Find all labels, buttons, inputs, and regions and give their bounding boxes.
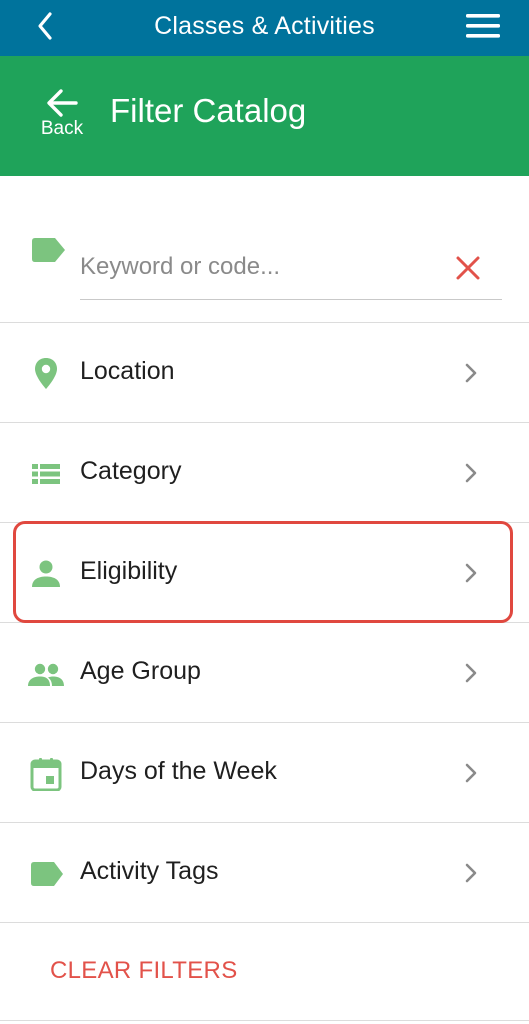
chevron-right-icon — [465, 663, 477, 683]
filter-row-location[interactable]: Location — [0, 323, 529, 423]
back-label: Back — [40, 118, 84, 139]
filter-label: Activity Tags — [80, 857, 219, 885]
hamburger-menu-icon[interactable] — [465, 12, 501, 42]
app-title: Classes & Activities — [154, 12, 375, 40]
back-button[interactable]: Back — [30, 88, 94, 152]
filter-label: Eligibility — [80, 557, 178, 585]
list-icon — [32, 464, 60, 484]
arrow-left-icon — [47, 89, 78, 117]
chevron-right-icon — [465, 363, 477, 383]
filter-row-activity-tags[interactable]: Activity Tags — [0, 823, 529, 923]
map-pin-icon — [35, 358, 57, 389]
filter-row-days-of-week[interactable]: Days of the Week — [0, 723, 529, 823]
calendar-icon — [30, 758, 62, 791]
filter-row-eligibility[interactable]: Eligibility — [0, 523, 529, 623]
chevron-right-icon — [465, 463, 477, 483]
search-field — [80, 246, 502, 300]
search-input[interactable] — [80, 246, 440, 286]
filter-label: Category — [80, 457, 182, 485]
clear-filters-button[interactable]: CLEAR FILTERS — [50, 957, 238, 985]
people-icon — [28, 663, 64, 686]
filter-label: Location — [80, 357, 175, 385]
keyword-search-row — [0, 176, 529, 323]
chevron-right-icon — [465, 563, 477, 583]
filter-label: Age Group — [80, 657, 201, 685]
app-top-bar: Classes & Activities — [0, 0, 529, 56]
tag-icon — [31, 862, 63, 886]
filter-header: Back Filter Catalog — [0, 56, 529, 176]
close-icon[interactable] — [454, 254, 482, 282]
chevron-right-icon — [465, 763, 477, 783]
filter-label: Days of the Week — [80, 757, 277, 785]
filter-row-category[interactable]: Category — [0, 423, 529, 523]
filter-row-age-group[interactable]: Age Group — [0, 623, 529, 723]
divider — [0, 1020, 529, 1021]
page-title: Filter Catalog — [110, 92, 307, 129]
person-icon — [32, 560, 60, 587]
tag-icon — [32, 238, 65, 262]
chevron-right-icon — [465, 863, 477, 883]
